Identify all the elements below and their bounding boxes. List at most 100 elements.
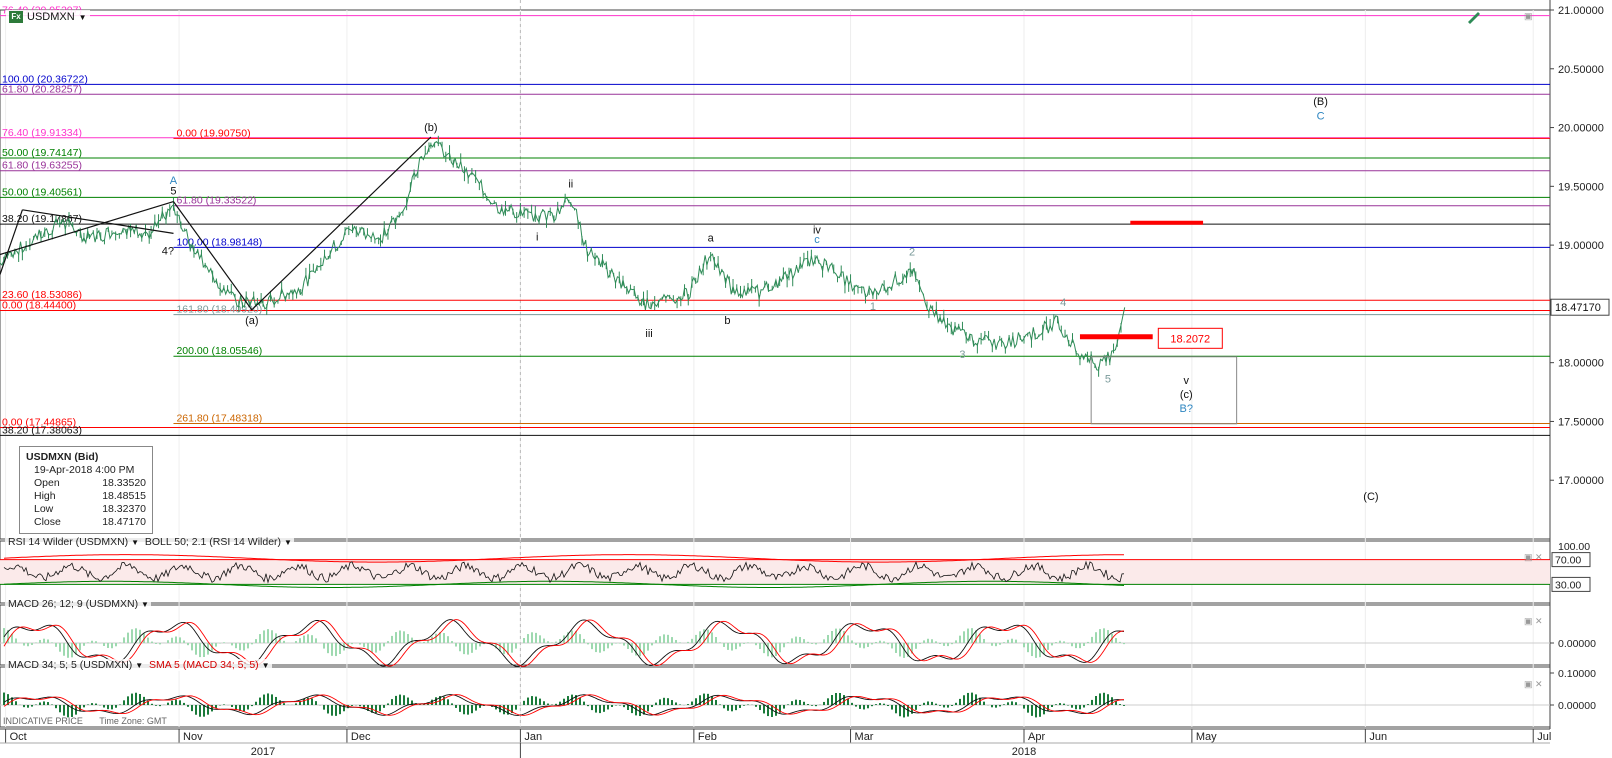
data-window-row: Close 18.47170: [26, 516, 146, 529]
projection-label: 61.80 (19.33522): [176, 195, 256, 207]
row-label: Open: [34, 477, 60, 489]
fib-label: 76.40 (19.91334): [2, 127, 82, 139]
wave-label: iii: [645, 328, 652, 340]
data-window-row: Low 18.32370: [26, 503, 146, 516]
wave-label: 1: [870, 301, 876, 313]
rsi-tick-label: 30.00: [1555, 579, 1581, 591]
boll-indicator-label[interactable]: BOLL 50; 2.1 (RSI 14 Wilder): [145, 536, 281, 548]
price-type-label: INDICATIVE PRICE: [3, 716, 83, 726]
row-value: 18.47170: [102, 516, 146, 528]
chevron-down-icon[interactable]: ▼: [284, 538, 292, 547]
macd2-pane-label: MACD 34; 5; 5 (USDMXN) ▼ SMA 5 (MACD 34;…: [6, 659, 272, 671]
sma-indicator-label[interactable]: SMA 5 (MACD 34; 5; 5): [149, 659, 259, 671]
pane-maximize-icon[interactable]: ▣ ✕: [1524, 679, 1543, 690]
pane-maximize-icon[interactable]: ▣ ✕: [1524, 616, 1543, 627]
fib-label: 61.80 (20.28257): [2, 83, 82, 95]
wave-label: B?: [1180, 403, 1193, 415]
y-tick-label: 19.00000: [1558, 240, 1604, 252]
rsi-indicator-label[interactable]: RSI 14 Wilder (USDMXN): [8, 536, 128, 548]
wave-label: C: [1317, 110, 1325, 122]
last-price-label: 18.47170: [1555, 302, 1601, 314]
data-window-title: USDMXN (Bid): [26, 451, 99, 463]
fib-label: 50.00 (19.40561): [2, 186, 82, 198]
month-label: Nov: [183, 731, 203, 743]
rsi-tick-label: 70.00: [1555, 555, 1581, 567]
row-value: 18.33520: [102, 477, 146, 489]
chevron-down-icon[interactable]: ▼: [141, 600, 149, 609]
fib-label: 0.00 (18.44400): [2, 299, 76, 311]
wave-label: 2: [909, 247, 915, 259]
pane-maximize-icon[interactable]: ▣: [1524, 11, 1533, 22]
macd1-indicator-label[interactable]: MACD 26; 12; 9 (USDMXN): [8, 598, 138, 610]
target-price-label: 18.2072: [1170, 333, 1210, 345]
fib-label: 50.00 (19.74147): [2, 147, 82, 159]
projection-label: 261.80 (17.48318): [176, 412, 262, 424]
wave-label: 3: [959, 349, 965, 361]
timezone-label: Time Zone: GMT: [99, 716, 167, 726]
month-label: Jul: [1537, 731, 1551, 743]
usdmxn-chart[interactable]: 76.40 (20.95207)100.00 (20.36722)61.80 (…: [0, 0, 1612, 758]
month-label: Oct: [10, 731, 27, 743]
month-label: Dec: [351, 731, 371, 743]
fib-label: 38.20 (19.17867): [2, 213, 82, 225]
wave-label: (C): [1363, 491, 1378, 503]
macd1-pane-label: MACD 26; 12; 9 (USDMXN) ▼: [6, 598, 151, 610]
wave-label: (b): [424, 122, 437, 134]
wave-label: 4: [1060, 297, 1066, 309]
macd2-indicator-label[interactable]: MACD 34; 5; 5 (USDMXN): [8, 659, 132, 671]
row-value: 18.32370: [102, 503, 146, 515]
row-value: 18.48515: [102, 490, 146, 502]
data-window: USDMXN (Bid) 19-Apr-2018 4:00 PM Open 18.…: [19, 446, 153, 534]
wave-label: (B): [1313, 96, 1328, 108]
fx-icon: Fx: [9, 11, 23, 23]
pane-maximize-icon[interactable]: ▣ ✕: [1524, 552, 1543, 563]
wave-label: (a): [245, 315, 258, 327]
month-label: Apr: [1028, 731, 1045, 743]
wave-label: i: [536, 231, 538, 243]
chevron-down-icon[interactable]: ▼: [262, 661, 270, 670]
month-label: Feb: [698, 731, 717, 743]
footer-info: INDICATIVE PRICE Time Zone: GMT: [3, 716, 181, 726]
wave-label: b: [724, 315, 730, 327]
y-tick-label: 18.00000: [1558, 358, 1604, 370]
month-label: Mar: [855, 731, 874, 743]
wave-label: c: [814, 234, 820, 246]
wave-label: 5: [170, 186, 176, 198]
y-tick-label: 17.50000: [1558, 416, 1604, 428]
data-window-date: 19-Apr-2018 4:00 PM: [34, 464, 135, 476]
macd1-tick-label: 0.00000: [1558, 638, 1596, 650]
wave-label: 4?: [162, 246, 174, 258]
chevron-down-icon[interactable]: ▼: [135, 661, 143, 670]
y-tick-label: 20.00000: [1558, 123, 1604, 135]
symbol-name: USDMXN: [27, 11, 75, 23]
macd2-tick-label: 0.10000: [1558, 668, 1596, 680]
rsi-tick-label: 100.00: [1558, 541, 1590, 553]
year-label: 2018: [1012, 746, 1036, 758]
projection-label: 0.00 (19.90750): [176, 127, 250, 139]
month-label: Jun: [1369, 731, 1387, 743]
chevron-down-icon[interactable]: ▼: [79, 13, 87, 22]
year-label: 2017: [251, 746, 275, 758]
chevron-down-icon[interactable]: ▼: [131, 538, 139, 547]
macd1-pane: [0, 604, 1551, 666]
data-window-row: High 18.48515: [26, 490, 146, 503]
y-tick-label: 17.00000: [1558, 475, 1604, 487]
fib-label: 38.20 (17.38063): [2, 424, 82, 436]
wave-label: ii: [568, 179, 573, 191]
projection-label: 200.00 (18.05546): [176, 345, 262, 357]
symbol-selector[interactable]: Fx USDMXN ▼: [6, 10, 90, 24]
row-label: Close: [34, 516, 61, 528]
macd2-tick-label: 0.00000: [1558, 700, 1596, 712]
month-label: Jan: [524, 731, 542, 743]
fib-label: 61.80 (19.63255): [2, 160, 82, 172]
main-pane: [0, 9, 1551, 540]
macd2-pane: [0, 666, 1551, 728]
row-label: High: [34, 490, 56, 502]
y-tick-label: 21.00000: [1558, 5, 1604, 17]
wave-label: 5: [1105, 374, 1111, 386]
wave-label: v: [1184, 375, 1190, 387]
wave-label: a: [708, 233, 715, 245]
y-tick-label: 19.50000: [1558, 181, 1604, 193]
row-label: Low: [34, 503, 54, 515]
rsi-pane-label: RSI 14 Wilder (USDMXN) ▼ BOLL 50; 2.1 (R…: [6, 536, 294, 548]
